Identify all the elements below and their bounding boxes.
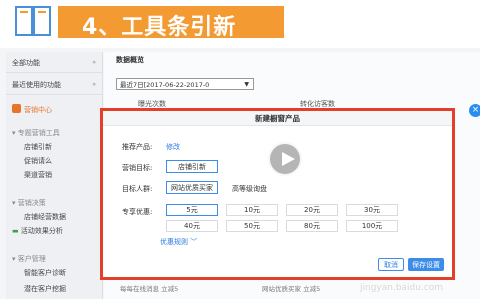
sidebar-item-campaign-analysis[interactable]: ▬ 活动效果分析	[12, 226, 63, 236]
discount-option[interactable]: 5元	[166, 204, 218, 216]
sidebar-item-all[interactable]: 全部功能	[12, 58, 40, 68]
page-title: 数据概览	[116, 56, 144, 64]
chevron-down-icon: ﹀	[190, 238, 198, 246]
marketing-center-icon	[12, 104, 21, 113]
discount-label: 专享优惠:	[122, 208, 153, 216]
sidebar-item-promo[interactable]: 促销请么	[24, 156, 52, 166]
sidebar-item-store-data[interactable]: 店铺经营数据	[24, 212, 66, 222]
dialog-title: 新建橱窗产品	[255, 114, 300, 123]
sidebar-item-channel[interactable]: 渠道营销	[24, 170, 52, 180]
chevron-right-icon: »	[92, 59, 96, 66]
goal-field[interactable]: 店铺引新	[166, 160, 218, 173]
divider	[6, 94, 102, 95]
target-field[interactable]: 网站优质买家	[166, 181, 218, 194]
sidebar-section-decision[interactable]: ▾ 营销决策	[12, 198, 46, 208]
bottom-row-right: 网站优质买家 立减5	[262, 285, 321, 293]
discount-option[interactable]: 100元	[346, 220, 398, 232]
dialog-header: 新建橱窗产品	[103, 111, 452, 126]
discount-option[interactable]: 50元	[226, 220, 278, 232]
book-icon	[15, 6, 51, 36]
discount-option[interactable]: 40元	[166, 220, 218, 232]
discount-option[interactable]: 20元	[286, 204, 338, 216]
sidebar-section-topic-tools[interactable]: ▾ 专题营销工具	[12, 128, 60, 138]
play-icon[interactable]	[268, 142, 302, 176]
save-button[interactable]: 保存设置	[408, 258, 444, 271]
discount-option[interactable]: 30元	[346, 204, 398, 216]
product-label: 推荐产品:	[122, 143, 153, 151]
discount-option[interactable]: 10元	[226, 204, 278, 216]
step-title: 4、工具条引新	[82, 15, 237, 40]
analysis-icon: ▬	[12, 227, 21, 235]
target-extra-option[interactable]: 高等级询盘	[232, 184, 267, 194]
new-product-dialog: 新建橱窗产品	[100, 108, 455, 280]
divider	[6, 72, 102, 73]
sidebar-section-customer[interactable]: ▾ 客户管理	[12, 254, 46, 264]
target-label: 目标人群:	[122, 185, 153, 193]
sidebar-item-recent[interactable]: 最近使用的功能	[12, 80, 61, 90]
goal-label: 营销目标:	[122, 164, 153, 172]
edit-product-link[interactable]: 修改	[166, 142, 180, 152]
chevron-down-icon: ▼	[244, 81, 249, 88]
close-icon[interactable]: ×	[468, 103, 480, 118]
sidebar-item-diagnosis[interactable]: 智能客户诊断	[24, 268, 66, 278]
sidebar-item-store-new[interactable]: 店铺引新	[24, 142, 52, 152]
bottom-row-left: 每每在线消息 立减5	[120, 285, 179, 293]
sidebar-item-marketing-center[interactable]: 营销中心	[24, 105, 52, 115]
discount-option[interactable]: 80元	[286, 220, 338, 232]
chevron-right-icon: »	[92, 81, 96, 88]
date-range-select[interactable]: 最近7日[2017-06-22-2017-0 ▼	[116, 78, 254, 90]
sidebar-item-potential[interactable]: 潜在客户挖掘	[24, 284, 66, 294]
discount-rule-link[interactable]: 优惠规则 ﹀	[160, 237, 197, 247]
sidebar: 全部功能 » 最近使用的功能 » 营销中心 ▾ 专题营销工具 店铺引新 促销请么…	[6, 52, 103, 299]
watermark: jingyan.baidu.com	[360, 283, 444, 293]
header-bar: 4、工具条引新	[0, 0, 480, 44]
cancel-button[interactable]: 取消	[378, 258, 404, 271]
